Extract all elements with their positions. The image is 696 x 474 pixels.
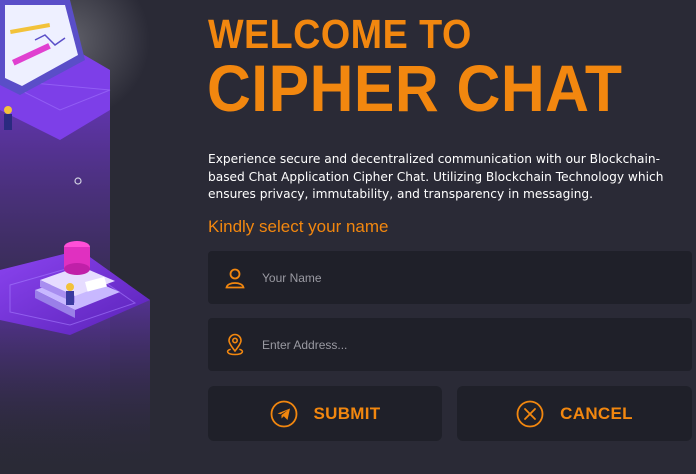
- select-name-prompt: Kindly select your name: [208, 217, 389, 236]
- cancel-label: CANCEL: [560, 403, 633, 423]
- location-pin-icon: [208, 318, 262, 371]
- user-icon: [208, 251, 262, 304]
- welcome-heading: WELCOME TO: [208, 11, 472, 57]
- submit-button[interactable]: SUBMIT: [208, 386, 442, 441]
- cancel-button[interactable]: CANCEL: [457, 386, 692, 441]
- submit-label: SUBMIT: [313, 403, 381, 423]
- send-icon: [270, 400, 298, 428]
- address-field-container: [208, 318, 692, 371]
- name-field-container: [208, 251, 692, 304]
- name-input[interactable]: [262, 251, 692, 304]
- close-circle-icon: [516, 400, 544, 428]
- app-description: Experience secure and decentralized comm…: [208, 152, 664, 201]
- blockchain-illustration: [0, 0, 150, 474]
- app-title: CIPHER CHAT: [207, 51, 623, 125]
- address-input[interactable]: [262, 318, 692, 371]
